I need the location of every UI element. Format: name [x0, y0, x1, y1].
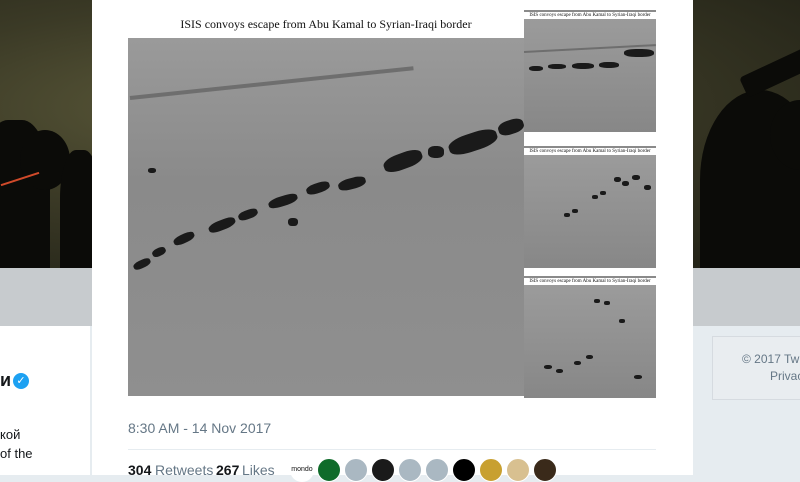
privacy-link[interactable]: Privac — [770, 369, 800, 383]
tweet-timestamp[interactable]: 8:30 AM - 14 Nov 2017 — [128, 420, 271, 436]
avatar-mondo[interactable]: mondo — [290, 458, 314, 482]
thumbnail-2-caption: ISIS convoys escape from Abu Kamal to Sy… — [524, 148, 656, 155]
stats-divider — [128, 449, 656, 450]
verified-badge-icon: ✓ — [13, 373, 29, 389]
avatar-default[interactable] — [398, 458, 422, 482]
avatar-figure[interactable] — [533, 458, 557, 482]
thumbnail-2[interactable]: ISIS convoys escape from Abu Kamal to Sy… — [524, 146, 656, 268]
avatar-default[interactable] — [425, 458, 449, 482]
thumbnail-3[interactable]: ISIS convoys escape from Abu Kamal to Sy… — [524, 276, 656, 398]
profile-bio-line-1: кой — [0, 427, 21, 442]
avatar-crest[interactable] — [479, 458, 503, 482]
avatar-default[interactable] — [344, 458, 368, 482]
main-image-caption: ISIS convoys escape from Abu Kamal to Sy… — [180, 17, 472, 31]
profile-name[interactable]: и — [0, 370, 11, 391]
profile-bio-line-2: of the — [0, 446, 33, 461]
likes-label[interactable]: Likes — [242, 462, 275, 478]
avatar-flag[interactable] — [317, 458, 341, 482]
retweets-count[interactable]: 304 — [128, 462, 151, 478]
thumbnail-1[interactable]: ISIS convoys escape from Abu Kamal to Sy… — [524, 10, 656, 132]
likes-count[interactable]: 267 — [216, 462, 239, 478]
thumbnail-3-caption: ISIS convoys escape from Abu Kamal to Sy… — [524, 278, 656, 285]
avatar-yellow[interactable] — [371, 458, 395, 482]
main-aerial-image[interactable] — [128, 38, 524, 396]
footer-card — [712, 336, 800, 400]
avatar-dark[interactable] — [452, 458, 476, 482]
thumbnail-1-caption: ISIS convoys escape from Abu Kamal to Sy… — [524, 12, 656, 19]
avatar-photo[interactable] — [506, 458, 530, 482]
copyright-text: © 2017 Twit — [742, 352, 800, 366]
retweets-label[interactable]: Retweets — [155, 462, 213, 478]
